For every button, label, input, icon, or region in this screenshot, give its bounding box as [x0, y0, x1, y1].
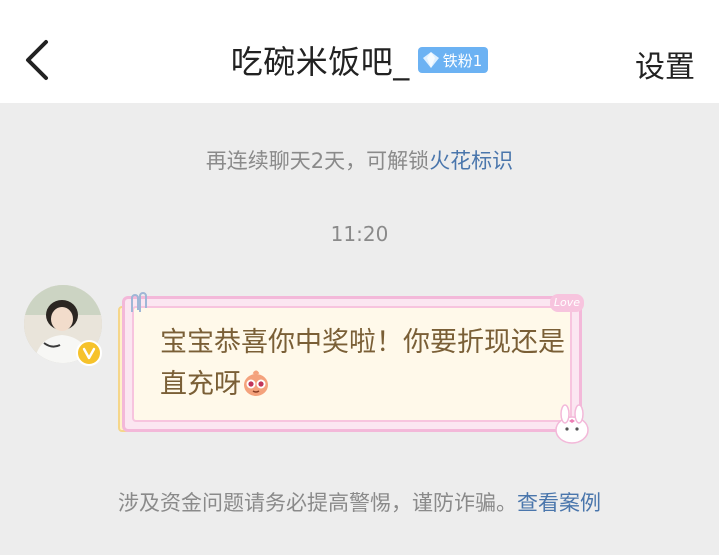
spark-badge-link[interactable]: 火花标识 — [429, 149, 513, 173]
clip-decoration-icon — [131, 292, 147, 312]
bunny-decoration-icon — [555, 404, 589, 444]
message-text: 宝宝恭喜你中奖啦！你要折现还是直充呀 — [160, 322, 570, 406]
diamond-icon — [422, 52, 439, 68]
settings-button[interactable]: 设置 — [635, 42, 695, 86]
streak-notice: 再连续聊天2天，可解锁火花标识 — [0, 145, 719, 175]
message-timestamp: 11:20 — [330, 222, 389, 246]
love-tag: Love — [550, 294, 584, 312]
title-area: 吃碗米饭吧_ 铁粉1 — [0, 38, 719, 82]
message-body: 宝宝恭喜你中奖啦！你要折现还是直充呀 — [160, 327, 565, 400]
message-bubble[interactable]: Love 宝宝恭喜你中奖啦！你要折现还是直充呀 — [118, 292, 589, 444]
fraud-warning-text: 涉及资金问题请务必提高警惕，谨防诈骗。 — [118, 491, 517, 515]
badge-label: 铁粉1 — [442, 51, 483, 70]
streak-notice-text: 再连续聊天2天，可解锁 — [205, 149, 430, 173]
cute-creature-emoji-icon — [244, 370, 268, 396]
fan-level-badge[interactable]: 铁粉1 — [417, 47, 489, 73]
view-cases-link[interactable]: 查看案例 — [517, 491, 601, 515]
verified-v-icon — [82, 347, 96, 360]
chat-title[interactable]: 吃碗米饭吧_ — [231, 37, 410, 83]
top-nav-bar: 吃碗米饭吧_ 铁粉1 设置 — [0, 0, 719, 103]
verified-badge — [76, 340, 102, 366]
fraud-warning: 涉及资金问题请务必提高警惕，谨防诈骗。查看案例 — [0, 487, 719, 517]
